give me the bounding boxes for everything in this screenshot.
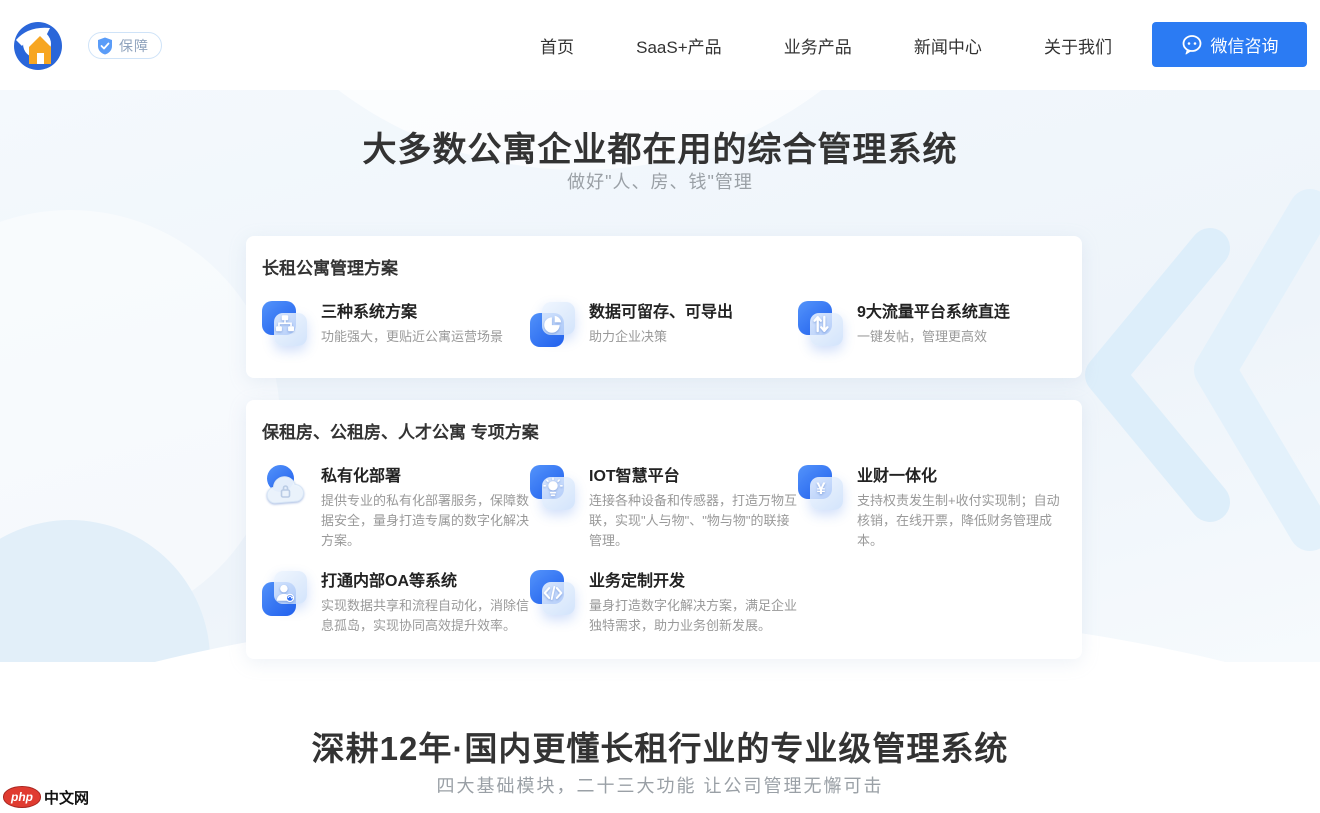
guarantee-badge: 保障 [88, 32, 162, 59]
feature-title: IOT智慧平台 [589, 465, 798, 486]
chat-bubble-icon [1181, 34, 1203, 56]
feature-platform-connect: 9大流量平台系统直连 一键发帖，管理更高效 [798, 301, 1066, 347]
watermark-text: 中文网 [44, 787, 89, 808]
card1-header: 长租公寓管理方案 [262, 254, 1066, 279]
feature-title: 业财一体化 [857, 465, 1066, 486]
feature-title: 打通内部OA等系统 [321, 570, 530, 591]
card2-features: 私有化部署 提供专业的私有化部署服务，保障数据安全，量身打造专属的数字化解决方案… [262, 465, 1066, 636]
feature-title: 9大流量平台系统直连 [857, 301, 1010, 322]
feature-iot-platform: IOT智慧平台 连接各种设备和传感器，打造万物互联，实现"人与物"、"物与物"的… [530, 465, 798, 552]
feature-finance-integration: ¥ 业财一体化 支持权责发生制+收付实现制；自动核销，在线开票，降低财务管理成本… [798, 465, 1066, 552]
main-nav: 首页 SaaS+产品 业务产品 新闻中心 关于我们 [540, 0, 1112, 90]
hero-subtitle: 做好"人、房、钱"管理 [0, 168, 1320, 194]
php-cn-watermark: php 中文网 [3, 786, 89, 808]
hero-title: 大多数公寓企业都在用的综合管理系统 [0, 122, 1320, 171]
chevron-decor-icon [1060, 130, 1320, 560]
feature-title: 三种系统方案 [321, 301, 503, 322]
feature-desc: 一键发帖，管理更高效 [857, 327, 1010, 347]
long-rent-solution-card: 长租公寓管理方案 三种系统方案 功能强大，更贴近公寓运营场景 [246, 236, 1082, 378]
feature-desc: 实现数据共享和流程自动化，消除信息孤岛，实现协同高效提升效率。 [321, 596, 530, 636]
feature-data-export: 数据可留存、可导出 助力企业决策 [530, 301, 798, 347]
feature-desc: 支持权责发生制+收付实现制；自动核销，在线开票，降低财务管理成本。 [857, 491, 1066, 551]
shield-check-icon [95, 36, 115, 56]
company-logo-icon[interactable] [12, 20, 64, 72]
guarantee-badge-label: 保障 [119, 36, 149, 56]
card1-features: 三种系统方案 功能强大，更贴近公寓运营场景 数据可留存、可导出 助力企业决策 [262, 301, 1066, 347]
feature-desc: 连接各种设备和传感器，打造万物互联，实现"人与物"、"物与物"的联接管理。 [589, 491, 798, 551]
feature-private-deploy: 私有化部署 提供专业的私有化部署服务，保障数据安全，量身打造专属的数字化解决方案… [262, 465, 530, 552]
nav-item-saas-products[interactable]: SaaS+产品 [636, 33, 722, 58]
person-sync-icon [262, 570, 308, 616]
wechat-consult-button[interactable]: 微信咨询 [1152, 22, 1307, 67]
feature-desc: 提供专业的私有化部署服务，保障数据安全，量身打造专属的数字化解决方案。 [321, 491, 530, 551]
feature-desc: 助力企业决策 [589, 327, 733, 347]
nav-item-home[interactable]: 首页 [540, 33, 574, 58]
feature-desc: 功能强大，更贴近公寓运营场景 [321, 327, 503, 347]
wechat-consult-label: 微信咨询 [1211, 32, 1279, 57]
code-icon [530, 570, 576, 616]
feature-title: 业务定制开发 [589, 570, 798, 591]
cloud-lock-icon [262, 465, 308, 511]
feature-three-system-plans: 三种系统方案 功能强大，更贴近公寓运营场景 [262, 301, 530, 347]
top-navigation-bar: 保障 首页 SaaS+产品 业务产品 新闻中心 关于我们 微信咨询 [0, 0, 1320, 90]
bulb-icon [530, 465, 576, 511]
yuan-icon: ¥ [798, 465, 844, 511]
sync-arrows-icon [798, 301, 844, 347]
feature-desc: 量身打造数字化解决方案，满足企业独特需求，助力业务创新发展。 [589, 596, 798, 636]
nav-item-news-center[interactable]: 新闻中心 [914, 33, 982, 58]
php-logo-icon: php [3, 786, 41, 808]
feature-title: 数据可留存、可导出 [589, 301, 733, 322]
feature-custom-development: 业务定制开发 量身打造数字化解决方案，满足企业独特需求，助力业务创新发展。 [530, 570, 798, 636]
feature-title: 私有化部署 [321, 465, 530, 486]
special-solution-card: 保租房、公租房、人才公寓 专项方案 私有化部署 提供专业的私有化部署服务，保障数… [246, 400, 1082, 659]
nav-item-business-products[interactable]: 业务产品 [784, 33, 852, 58]
nav-item-about-us[interactable]: 关于我们 [1044, 33, 1112, 58]
section2-subtitle: 四大基础模块，二十三大功能 让公司管理无懈可击 [0, 772, 1320, 798]
org-chart-icon [262, 301, 308, 347]
section2-title: 深耕12年·国内更懂长租行业的专业级管理系统 [0, 722, 1320, 770]
svg-text:¥: ¥ [816, 480, 826, 498]
feature-oa-integration: 打通内部OA等系统 实现数据共享和流程自动化，消除信息孤岛，实现协同高效提升效率… [262, 570, 530, 636]
pie-chart-icon [530, 301, 576, 347]
card2-header: 保租房、公租房、人才公寓 专项方案 [262, 418, 1066, 443]
